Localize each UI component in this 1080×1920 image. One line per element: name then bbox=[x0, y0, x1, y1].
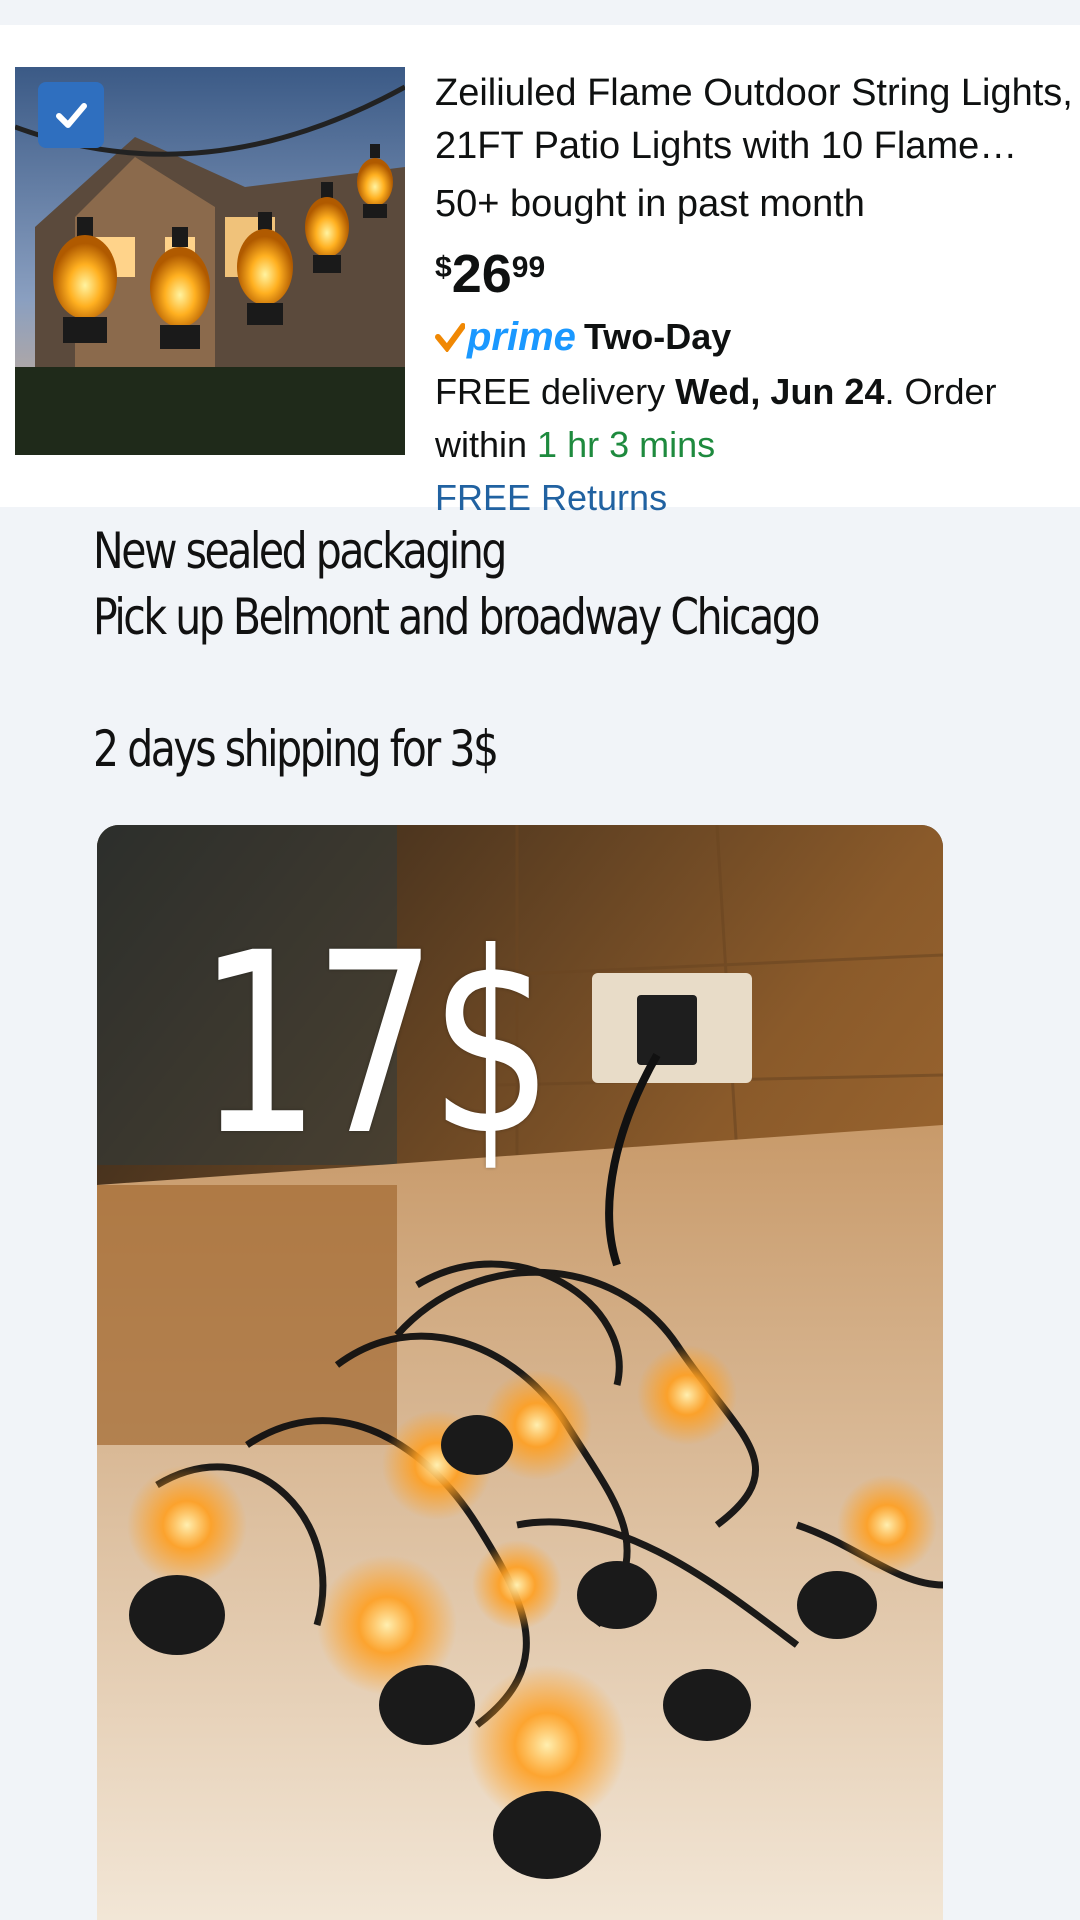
price-symbol: $ bbox=[435, 251, 452, 284]
prime-badge: prime bbox=[467, 314, 576, 359]
overlay-price-text: 17$ bbox=[197, 899, 554, 1190]
product-title[interactable]: Zeiliuled Flame Outdoor String Lights, 2… bbox=[435, 67, 1075, 173]
description-line-2: Pick up Belmont and broadway Chicago bbox=[93, 588, 820, 646]
price: $ 26 99 bbox=[435, 245, 1075, 303]
free-returns-link[interactable]: FREE Returns bbox=[435, 471, 1075, 524]
prime-check-icon bbox=[435, 323, 465, 352]
product-card[interactable]: Zeiliuled Flame Outdoor String Lights, 2… bbox=[0, 25, 1080, 518]
delivery-info: FREE delivery Wed, Jun 24. Order within … bbox=[435, 365, 1075, 471]
delivery-date: Wed, Jun 24 bbox=[675, 371, 885, 412]
bought-count: 50+ bought in past month bbox=[435, 183, 865, 225]
delivery-countdown: 1 hr 3 mins bbox=[537, 424, 716, 465]
description-line-3: 2 days shipping for 3$ bbox=[93, 720, 499, 778]
prime-speed: Two-Day bbox=[583, 316, 732, 357]
checkmark-icon bbox=[56, 103, 87, 128]
select-checkbox[interactable] bbox=[38, 82, 104, 148]
product-info: Zeiliuled Flame Outdoor String Lights, 2… bbox=[435, 67, 1075, 524]
listing-photo[interactable]: 17$ bbox=[97, 825, 943, 1920]
price-fraction: 99 bbox=[511, 251, 546, 284]
description-line-1: New sealed packaging bbox=[93, 522, 507, 580]
listing-description: New sealed packaging Pick up Belmont and… bbox=[93, 518, 831, 782]
price-whole: 26 bbox=[451, 244, 512, 304]
delivery-prefix: FREE delivery bbox=[435, 371, 676, 412]
prime-row: prime Two-Day bbox=[435, 315, 1075, 359]
